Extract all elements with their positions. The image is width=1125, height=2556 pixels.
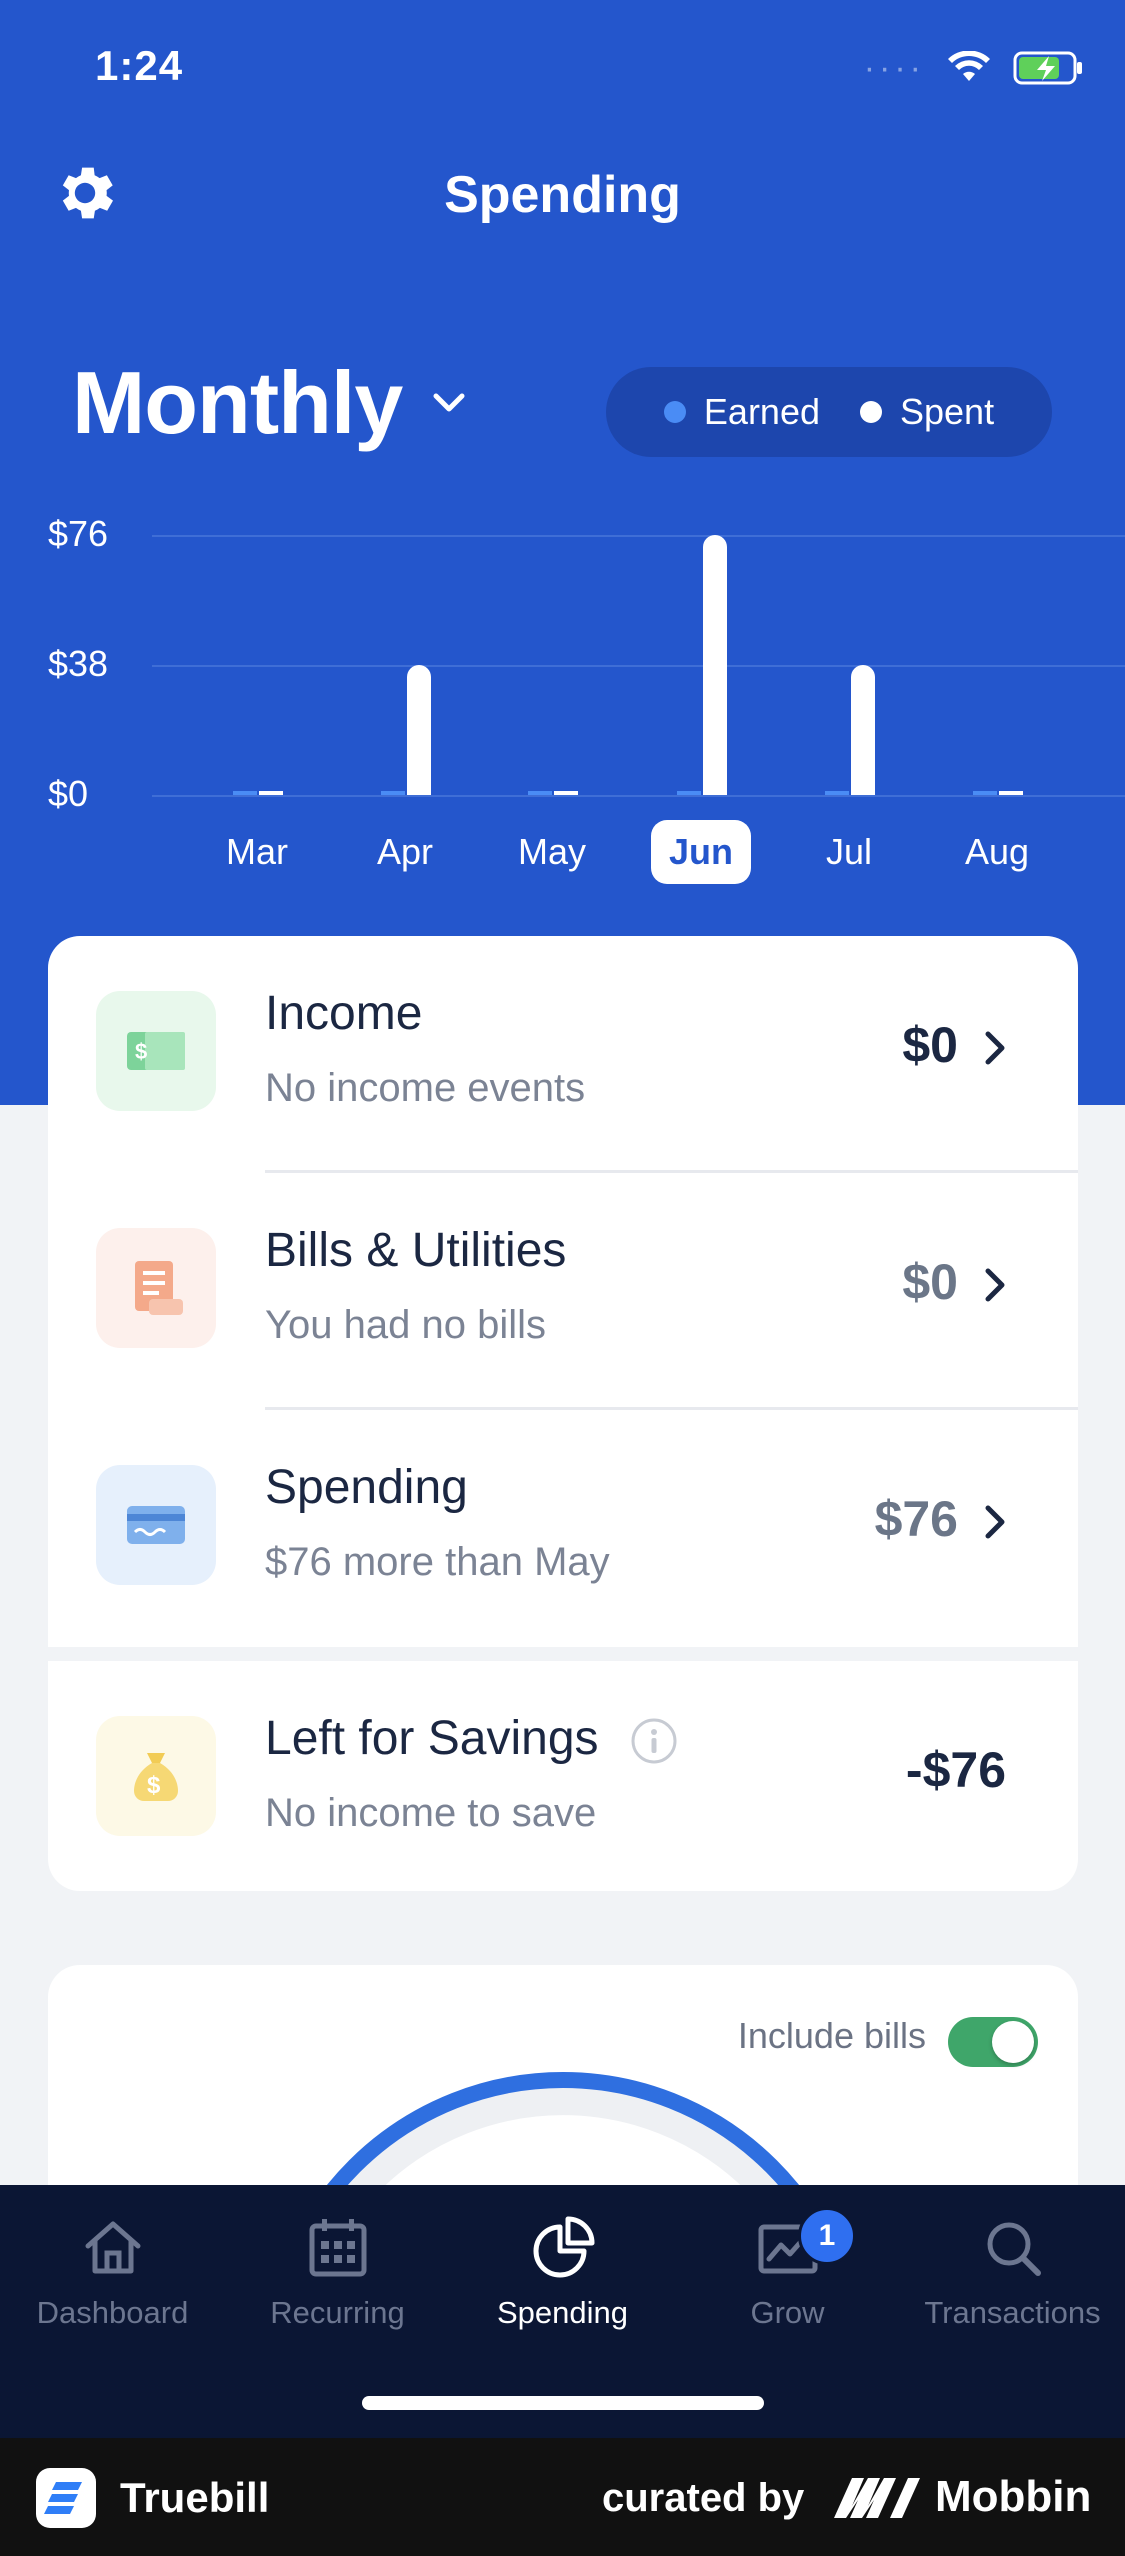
tab-label: Spending: [496, 2295, 628, 2330]
savings-title-text: Left for Savings: [265, 1712, 599, 1765]
month-tab-mar[interactable]: Mar: [207, 820, 307, 884]
tab-label: Grow: [750, 2295, 825, 2330]
wifi-icon: [948, 51, 990, 81]
page-title: Spending: [444, 166, 681, 224]
earned-dot-icon: [663, 401, 686, 423]
spending-amount: $76: [874, 1491, 958, 1547]
tab-spending[interactable]: Spending: [450, 2213, 675, 2331]
bills-amount: $0: [902, 1254, 958, 1310]
cash-icon: $: [96, 991, 216, 1111]
status-time: 1:24: [95, 42, 184, 89]
period-selector[interactable]: Monthly: [72, 352, 466, 454]
gridline: [152, 535, 1125, 537]
money-bag-icon: $: [96, 1716, 216, 1836]
app-name: Truebill: [120, 2474, 270, 2521]
battery-charging-icon: [1013, 51, 1082, 85]
summary-card: $ Income No income events $0 Bills & Uti…: [48, 936, 1078, 1891]
month-tab-jun[interactable]: Jun: [651, 820, 751, 884]
income-amount: $0: [902, 1017, 958, 1073]
spent-bar[interactable]: [851, 665, 875, 795]
y-tick-label: $0: [48, 773, 89, 814]
search-icon: [987, 2222, 1041, 2276]
earned-bar: [825, 791, 849, 795]
curated-by-label: curated by: [602, 2476, 805, 2520]
legend-spent-label: Spent: [900, 391, 995, 432]
month-tab-apr[interactable]: Apr: [355, 820, 455, 884]
home-indicator[interactable]: [362, 2396, 764, 2410]
spent-bar[interactable]: [407, 665, 431, 795]
status-indicators: ····: [864, 50, 1085, 86]
legend-spent: Spent: [860, 391, 994, 433]
mobbin-brand: Mobbin: [935, 2472, 1092, 2521]
mobbin-logo-icon: [834, 2478, 920, 2518]
notification-badge: 1: [798, 2207, 856, 2265]
bills-row[interactable]: Bills & Utilities You had no bills $0: [48, 1173, 1078, 1410]
savings-amount: -$76: [905, 1742, 1006, 1798]
include-bills-toggle[interactable]: [948, 2017, 1038, 2067]
chevron-down-icon: [433, 393, 465, 412]
spent-dot-icon: [860, 401, 882, 423]
info-icon[interactable]: [630, 1717, 678, 1765]
attribution-bar: Truebill curated by Mobbin: [0, 2438, 1125, 2556]
spent-bar[interactable]: [999, 791, 1023, 795]
month-tab-jul[interactable]: Jul: [799, 820, 899, 884]
earned-bar: [233, 791, 257, 795]
earned-bar: [677, 791, 701, 795]
tab-label: Recurring: [270, 2295, 405, 2330]
chevron-right-icon: [985, 1031, 1005, 1065]
spending-subtitle: $76 more than May: [265, 1540, 610, 1584]
month-tab-aug[interactable]: Aug: [947, 820, 1047, 884]
credit-card-icon: [96, 1465, 216, 1585]
savings-subtitle: No income to save: [265, 1791, 597, 1835]
calendar-icon: [309, 2219, 366, 2277]
y-tick-label: $76: [48, 513, 109, 554]
tab-recurring[interactable]: Recurring: [225, 2213, 450, 2331]
chevron-right-icon: [985, 1505, 1005, 1539]
spent-bar[interactable]: [703, 535, 727, 795]
signal-icon: ····: [863, 49, 925, 87]
tab-label: Transactions: [924, 2295, 1101, 2330]
y-tick-label: $38: [48, 643, 109, 684]
svg-text:$: $: [147, 1772, 161, 1799]
gridline: [152, 665, 1125, 667]
section-gap: [48, 1647, 1078, 1661]
home-icon: [85, 2221, 140, 2274]
tab-label: Dashboard: [36, 2295, 189, 2330]
earned-bar: [381, 791, 405, 795]
month-tab-may[interactable]: May: [502, 820, 602, 884]
earned-bar: [973, 791, 997, 795]
spending-row[interactable]: Spending $76 more than May $76: [48, 1410, 1078, 1647]
spending-title: Spending: [265, 1461, 468, 1514]
legend-earned: Earned: [663, 391, 820, 433]
tab-transactions[interactable]: Transactions: [900, 2213, 1125, 2331]
period-label: Monthly: [72, 353, 403, 452]
income-row[interactable]: $ Income No income events $0: [48, 936, 1078, 1173]
tab-dashboard[interactable]: Dashboard: [0, 2213, 225, 2331]
spent-bar[interactable]: [554, 791, 578, 795]
savings-row: $ Left for Savings No income to save -$7…: [48, 1661, 1078, 1891]
receipt-icon: [96, 1228, 216, 1348]
tab-grow[interactable]: 1 Grow: [675, 2207, 900, 2331]
bills-subtitle: You had no bills: [265, 1303, 546, 1347]
bills-title: Bills & Utilities: [265, 1224, 567, 1277]
spent-bar[interactable]: [259, 791, 283, 795]
svg-text:$: $: [135, 1039, 147, 1064]
legend-earned-label: Earned: [703, 391, 820, 432]
gridline: [152, 795, 1125, 797]
income-title: Income: [265, 987, 423, 1040]
chevron-right-icon: [985, 1268, 1005, 1302]
savings-title: Left for Savings: [265, 1711, 678, 1766]
chart-legend: Earned Spent: [606, 367, 1052, 457]
truebill-logo-icon: [36, 2468, 96, 2528]
earned-bar: [528, 791, 552, 795]
include-bills-label: Include bills: [737, 2015, 926, 2056]
income-subtitle: No income events: [265, 1066, 586, 1110]
pie-chart-icon: [533, 2216, 594, 2278]
toggle-knob: [992, 2021, 1034, 2063]
